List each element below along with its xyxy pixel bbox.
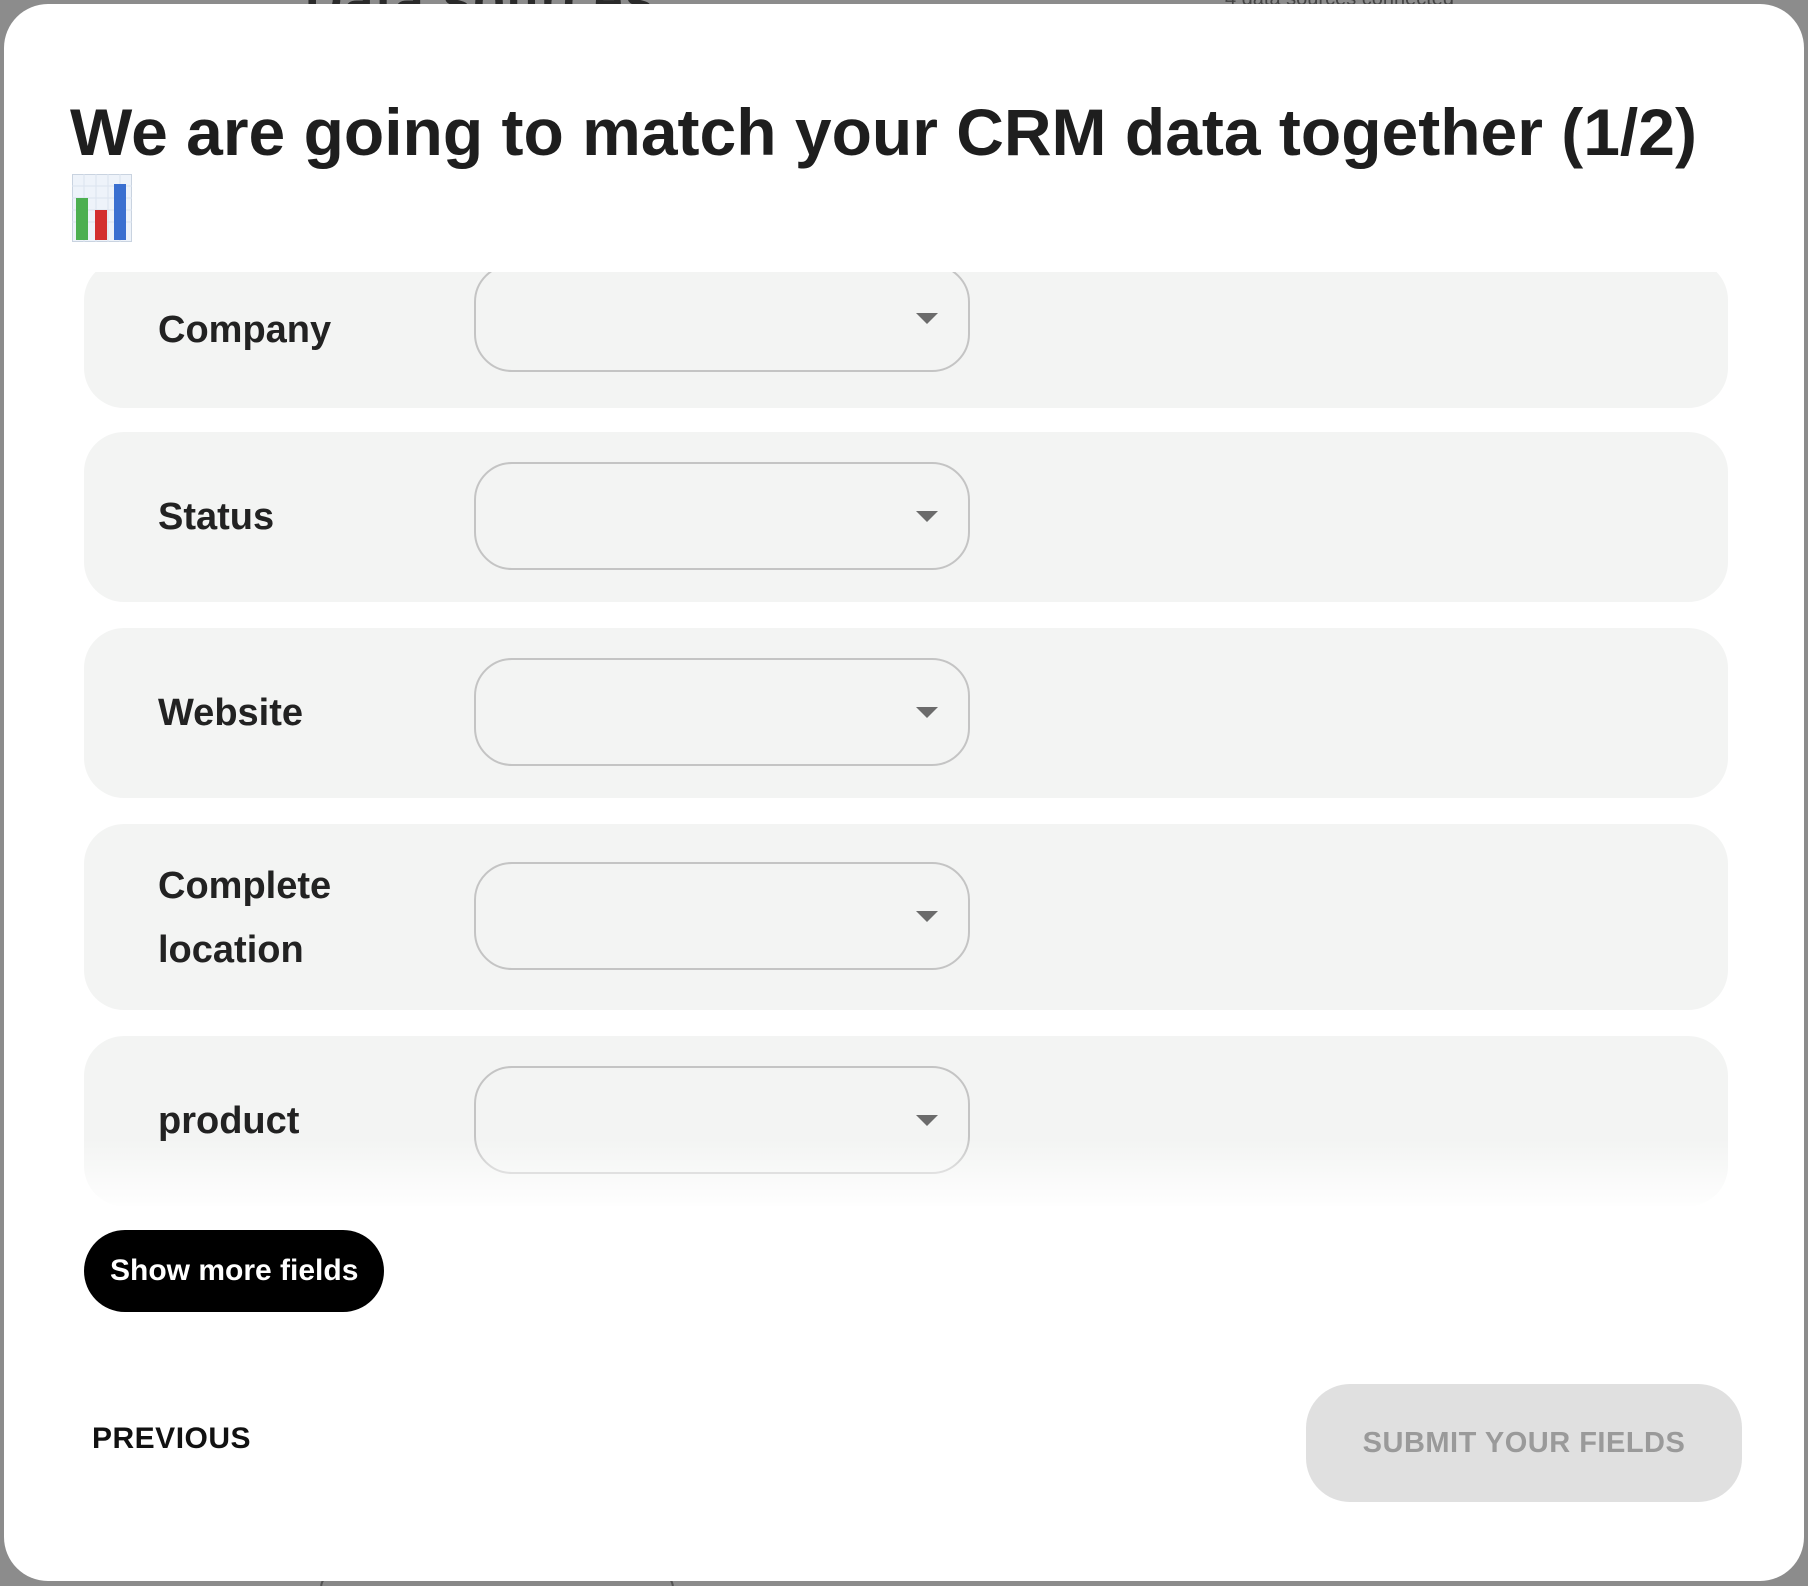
field-row-company: Company	[84, 272, 1728, 408]
chevron-down-icon	[916, 313, 938, 324]
status-select[interactable]	[474, 462, 970, 570]
chevron-down-icon	[916, 707, 938, 718]
field-label-company: Company	[158, 309, 332, 351]
chevron-down-icon	[916, 911, 938, 922]
field-row-complete-location: Complete location	[84, 824, 1728, 1010]
field-mapping-list[interactable]: Company Status Website Complete location	[84, 272, 1728, 1208]
crm-matching-modal: We are going to match your CRM data toge…	[4, 4, 1804, 1581]
product-select[interactable]	[474, 1066, 970, 1174]
field-row-status: Status	[84, 432, 1728, 602]
chevron-down-icon	[916, 511, 938, 522]
field-label-product: product	[158, 1100, 300, 1142]
field-label-website: Website	[158, 692, 304, 734]
field-label-status: Status	[158, 496, 275, 538]
field-row-product: product	[84, 1036, 1728, 1206]
modal-title: We are going to match your CRM data toge…	[70, 95, 1697, 169]
field-row-website: Website	[84, 628, 1728, 798]
field-label-complete-location: Complete location	[158, 865, 332, 971]
website-select[interactable]	[474, 658, 970, 766]
company-select[interactable]	[474, 272, 970, 372]
complete-location-select[interactable]	[474, 862, 970, 970]
submit-fields-button[interactable]: SUBMIT YOUR FIELDS	[1306, 1384, 1742, 1502]
chevron-down-icon	[916, 1115, 938, 1126]
show-more-fields-button[interactable]: Show more fields	[84, 1230, 385, 1312]
bar-chart-icon	[71, 173, 133, 243]
previous-button[interactable]: PREVIOUS	[92, 1422, 251, 1456]
